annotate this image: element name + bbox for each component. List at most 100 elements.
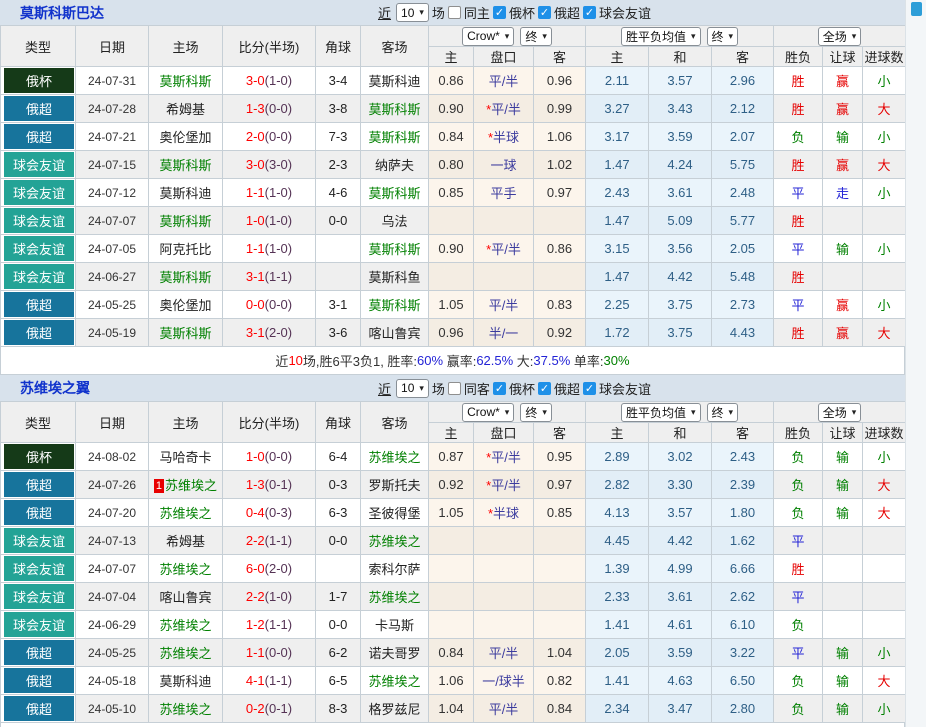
home-team[interactable]: 莫斯科斯 xyxy=(159,214,211,229)
filter-label: 球会友谊 xyxy=(599,3,651,22)
odds-home-cell xyxy=(429,207,474,235)
home-team[interactable]: 马哈奇卡 xyxy=(159,450,211,465)
mean-stage-select[interactable]: 终▾ xyxy=(707,27,739,46)
filter-checkbox[interactable]: ✓ xyxy=(493,382,506,395)
result-cell: 胜 xyxy=(774,263,823,291)
home-team[interactable]: 莫斯科迪 xyxy=(159,674,211,689)
odds-select-group: Crow*▾ 终▾ xyxy=(429,402,586,423)
away-team[interactable]: 莫斯科鱼 xyxy=(368,270,420,285)
home-team[interactable]: 喀山鲁宾 xyxy=(159,590,211,605)
handicap-text: 平/半 xyxy=(491,242,521,257)
filter-checkbox[interactable]: ✓ xyxy=(538,382,551,395)
mean-home-cell: 1.41 xyxy=(586,667,649,695)
odds-stage-select[interactable]: 终▾ xyxy=(520,403,552,422)
sub-column-header: 主 xyxy=(429,47,474,67)
home-team[interactable]: 莫斯科迪 xyxy=(159,186,211,201)
away-team[interactable]: 罗斯托夫 xyxy=(368,478,420,493)
away-team[interactable]: 苏维埃之 xyxy=(368,674,420,689)
away-team-cell: 苏维埃之 xyxy=(361,667,429,695)
away-team[interactable]: 莫斯科迪 xyxy=(368,74,420,89)
scope-select[interactable]: 全场▾ xyxy=(818,27,862,46)
odds-source-select[interactable]: Crow*▾ xyxy=(462,27,514,46)
home-team[interactable]: 希姆基 xyxy=(166,534,205,549)
filter-checkbox[interactable]: ✓ xyxy=(538,6,551,19)
away-team[interactable]: 莫斯科斯 xyxy=(368,242,420,257)
home-team[interactable]: 奥伦堡加 xyxy=(159,298,211,313)
away-team[interactable]: 诺夫哥罗 xyxy=(368,646,420,661)
home-team[interactable]: 莫斯科斯 xyxy=(159,326,211,341)
league-type-label: 球会友谊 xyxy=(4,612,74,637)
home-team[interactable]: 苏维埃之 xyxy=(159,506,211,521)
away-team[interactable]: 莫斯科斯 xyxy=(368,186,420,201)
league-type-label: 俄超 xyxy=(4,292,74,317)
mean-type-select[interactable]: 胜平负均值▾ xyxy=(621,27,701,46)
odds-source-select[interactable]: Crow*▾ xyxy=(462,403,514,422)
away-team[interactable]: 苏维埃之 xyxy=(368,534,420,549)
odds-away-cell: 0.86 xyxy=(534,235,586,263)
away-team[interactable]: 索科尔萨 xyxy=(368,562,420,577)
handicap-result-cell: 输 xyxy=(823,639,863,667)
sub-column-header: 进球数 xyxy=(863,47,906,67)
away-team[interactable]: 喀山鲁宾 xyxy=(368,326,420,341)
score-cell: 3-1(1-1) xyxy=(223,263,316,291)
halftime-score: (1-0) xyxy=(265,589,292,604)
corner-cell: 0-0 xyxy=(316,527,361,555)
sub-column-header: 客 xyxy=(534,423,586,443)
away-team[interactable]: 乌法 xyxy=(381,214,407,229)
mean-type-select[interactable]: 胜平负均值▾ xyxy=(621,403,701,422)
scope-select[interactable]: 全场▾ xyxy=(818,403,862,422)
scrollbar-thumb[interactable] xyxy=(911,2,922,16)
filter-checkbox[interactable]: ✓ xyxy=(583,6,596,19)
odds-away-cell: 0.82 xyxy=(534,667,586,695)
home-team-cell: 希姆基 xyxy=(149,95,223,123)
column-header: 类型 xyxy=(1,402,76,443)
away-team[interactable]: 苏维埃之 xyxy=(368,590,420,605)
away-team[interactable]: 莫斯科斯 xyxy=(368,298,420,313)
league-type-label: 球会友谊 xyxy=(4,208,74,233)
home-team[interactable]: 苏维埃之 xyxy=(159,702,211,717)
score-cell: 4-1(1-1) xyxy=(223,667,316,695)
rank-badge: 1 xyxy=(154,479,164,493)
home-team[interactable]: 莫斯科斯 xyxy=(159,74,211,89)
away-team[interactable]: 莫斯科斯 xyxy=(368,130,420,145)
team-name[interactable]: 莫斯科斯巴达 xyxy=(20,3,104,23)
odds-stage-select[interactable]: 终▾ xyxy=(520,27,552,46)
home-team[interactable]: 希姆基 xyxy=(166,102,205,117)
away-team-cell: 诺夫哥罗 xyxy=(361,639,429,667)
home-team[interactable]: 莫斯科斯 xyxy=(159,270,211,285)
team-name[interactable]: 苏维埃之翼 xyxy=(20,378,90,398)
filter-checkbox[interactable]: ✓ xyxy=(493,6,506,19)
odds-away-cell: 0.97 xyxy=(534,471,586,499)
home-team[interactable]: 阿克托比 xyxy=(159,242,211,257)
away-team[interactable]: 苏维埃之 xyxy=(368,450,420,465)
goals-result-cell xyxy=(863,263,906,291)
mean-home-cell: 1.72 xyxy=(586,319,649,347)
recent-count-select[interactable]: 10▾ xyxy=(396,379,429,398)
table-row: 俄超24-05-25苏维埃之1-1(0-0)6-2诺夫哥罗0.84平/半1.04… xyxy=(1,639,906,667)
filter-checkbox[interactable]: ✓ xyxy=(583,382,596,395)
halftime-score: (0-1) xyxy=(265,701,292,716)
mean-stage-select[interactable]: 终▾ xyxy=(707,403,739,422)
home-team[interactable]: 苏维埃之 xyxy=(159,646,211,661)
home-team[interactable]: 苏维埃之 xyxy=(159,562,211,577)
same-venue-checkbox[interactable] xyxy=(448,6,461,19)
away-team[interactable]: 卡马斯 xyxy=(375,618,414,633)
odds-home-cell: 0.96 xyxy=(429,319,474,347)
away-team[interactable]: 圣彼得堡 xyxy=(368,506,420,521)
home-team[interactable]: 奥伦堡加 xyxy=(159,130,211,145)
league-type-cell: 俄杯 xyxy=(1,67,76,95)
home-team[interactable]: 莫斯科斯 xyxy=(159,158,211,173)
odds-home-cell: 0.84 xyxy=(429,639,474,667)
home-team[interactable]: 苏维埃之 xyxy=(159,618,211,633)
away-team[interactable]: 纳萨夫 xyxy=(375,158,414,173)
home-team[interactable]: 苏维埃之 xyxy=(165,478,217,493)
away-team[interactable]: 莫斯科斯 xyxy=(368,102,420,117)
away-team[interactable]: 格罗兹尼 xyxy=(368,702,420,717)
handicap-cell xyxy=(474,527,534,555)
same-venue-checkbox[interactable] xyxy=(448,382,461,395)
odds-away-cell: 0.83 xyxy=(534,291,586,319)
chevron-down-icon: ▾ xyxy=(729,31,734,42)
vertical-scrollbar[interactable] xyxy=(905,0,926,727)
table-row: 球会友谊24-07-07苏维埃之6-0(2-0)索科尔萨1.394.996.66… xyxy=(1,555,906,583)
recent-count-select[interactable]: 10▾ xyxy=(396,3,429,22)
